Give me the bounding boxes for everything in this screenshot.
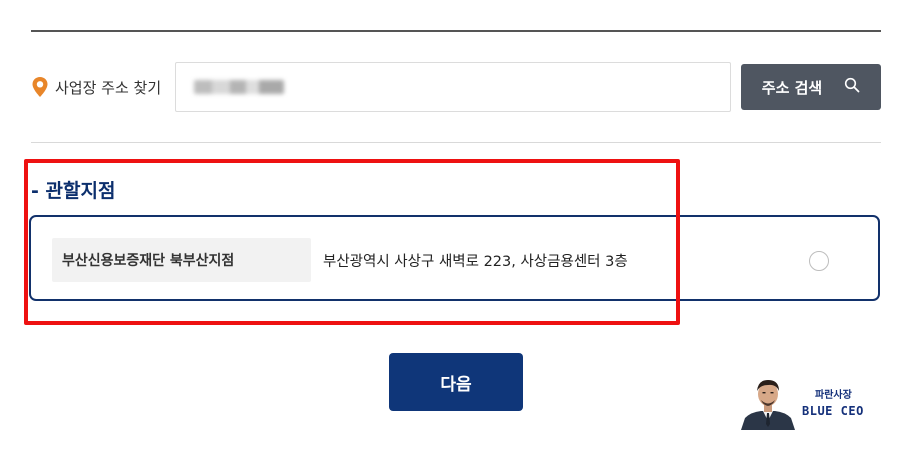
next-button[interactable]: 다음 bbox=[389, 353, 523, 411]
location-pin-icon bbox=[31, 76, 49, 98]
address-search-row: 사업장 주소 찾기 주소 검색 bbox=[31, 62, 881, 112]
search-icon bbox=[844, 77, 860, 97]
section-divider bbox=[31, 142, 881, 143]
top-divider bbox=[31, 30, 881, 32]
obscured-address-value bbox=[194, 80, 284, 94]
address-search-label: 사업장 주소 찾기 bbox=[31, 76, 161, 98]
branch-address: 부산광역시 사상구 새벽로 223, 사상금용센터 3층 bbox=[323, 254, 628, 270]
address-search-label-text: 사업장 주소 찾기 bbox=[55, 78, 162, 97]
branch-option-card[interactable]: 부산신용보증재단 북부산지점 부산광역시 사상구 새벽로 223, 사상금용센터… bbox=[29, 215, 880, 301]
watermark-english-text: BLUE CEO bbox=[802, 404, 864, 418]
address-search-button[interactable]: 주소 검색 bbox=[741, 64, 881, 110]
blue-ceo-watermark: 파란사장 BLUE CEO bbox=[739, 374, 879, 430]
address-search-button-label: 주소 검색 bbox=[761, 78, 823, 97]
watermark-korean-text: 파란사장 bbox=[815, 390, 852, 401]
branch-name: 부산신용보증재단 북부산지점 bbox=[52, 238, 311, 282]
section-title-jurisdiction: - 관할지점 bbox=[31, 180, 116, 202]
address-input[interactable] bbox=[175, 62, 731, 112]
businessman-illustration bbox=[741, 380, 795, 430]
branch-radio-button[interactable] bbox=[809, 251, 829, 271]
